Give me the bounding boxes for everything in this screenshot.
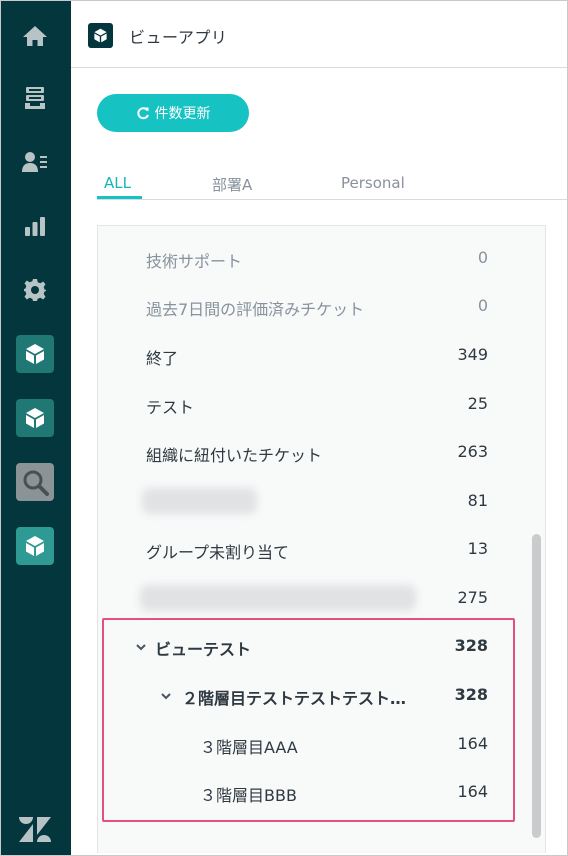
zendesk-logo bbox=[18, 812, 52, 846]
views-icon[interactable] bbox=[16, 79, 54, 117]
group-label: ビューテスト bbox=[155, 640, 252, 659]
view-count: 0 bbox=[477, 248, 488, 267]
list-item[interactable]: 過去7日間の評価済みチケット 0 bbox=[146, 296, 488, 320]
tab-personal[interactable]: Personal bbox=[341, 174, 405, 192]
app-header: ビューアプリ bbox=[71, 1, 567, 68]
list-item[interactable]: 81 bbox=[142, 488, 488, 515]
chevron-down-icon bbox=[161, 693, 171, 700]
subgroup-count: 328 bbox=[454, 685, 488, 704]
view-label: 終了 bbox=[146, 349, 179, 368]
view-count: 164 bbox=[457, 782, 488, 801]
view-label: 組織に紐付いたチケット bbox=[146, 446, 323, 465]
reporting-icon[interactable] bbox=[16, 207, 54, 245]
view-count: 164 bbox=[457, 734, 488, 753]
group-header[interactable]: ビューテスト 328 bbox=[135, 636, 488, 660]
app-icon[interactable] bbox=[16, 527, 54, 565]
list-item[interactable]: 技術サポート 0 bbox=[146, 248, 488, 272]
home-icon[interactable] bbox=[16, 17, 54, 55]
view-label: 過去7日間の評価済みチケット bbox=[146, 300, 365, 319]
subgroup-label: ２階層目テストテストテスト… bbox=[182, 689, 407, 708]
list-item[interactable]: ３階層目AAA 164 bbox=[200, 734, 488, 758]
scrollbar-thumb[interactable] bbox=[532, 534, 541, 838]
list-item[interactable]: 組織に紐付いたチケット 263 bbox=[146, 442, 488, 466]
view-count: 349 bbox=[457, 345, 488, 364]
admin-icon[interactable] bbox=[16, 271, 54, 309]
list-item[interactable]: ３階層目BBB 164 bbox=[200, 782, 488, 806]
view-tabs: ALL 部署A Personal bbox=[97, 166, 567, 200]
view-label: 技術サポート bbox=[146, 252, 243, 271]
active-tab-indicator bbox=[97, 196, 142, 199]
list-item[interactable]: 終了 349 bbox=[146, 345, 488, 369]
view-label: ３階層目AAA bbox=[200, 738, 298, 757]
tab-department-a[interactable]: 部署A bbox=[212, 174, 252, 195]
subgroup-header[interactable]: ２階層目テストテストテスト… 328 bbox=[160, 685, 488, 709]
search-app-icon[interactable] bbox=[16, 463, 54, 501]
view-count: 25 bbox=[467, 394, 488, 413]
page-title: ビューアプリ bbox=[129, 28, 228, 47]
view-count: 81 bbox=[467, 491, 488, 510]
left-nav bbox=[1, 1, 71, 855]
customers-icon[interactable] bbox=[16, 143, 54, 181]
view-label: テスト bbox=[146, 398, 195, 417]
app-icon[interactable] bbox=[16, 399, 54, 437]
view-label: ３階層目BBB bbox=[200, 786, 297, 805]
tab-all[interactable]: ALL bbox=[104, 174, 131, 192]
view-label: グループ未割り当て bbox=[146, 543, 290, 562]
app-icon[interactable] bbox=[16, 335, 54, 373]
list-item[interactable]: グループ未割り当て 13 bbox=[146, 539, 488, 563]
chevron-down-icon bbox=[136, 644, 146, 651]
list-item[interactable]: 275 bbox=[140, 585, 488, 612]
group-count: 328 bbox=[454, 636, 488, 655]
refresh-counts-button[interactable]: 件数更新 bbox=[97, 94, 249, 132]
refresh-icon bbox=[136, 107, 149, 120]
view-count: 275 bbox=[457, 588, 488, 607]
list-item[interactable]: テスト 25 bbox=[146, 394, 488, 418]
app-logo-icon bbox=[88, 23, 113, 48]
view-count: 0 bbox=[477, 296, 488, 315]
view-count: 263 bbox=[457, 442, 488, 461]
refresh-counts-label: 件数更新 bbox=[154, 106, 211, 122]
view-count: 13 bbox=[467, 539, 488, 558]
